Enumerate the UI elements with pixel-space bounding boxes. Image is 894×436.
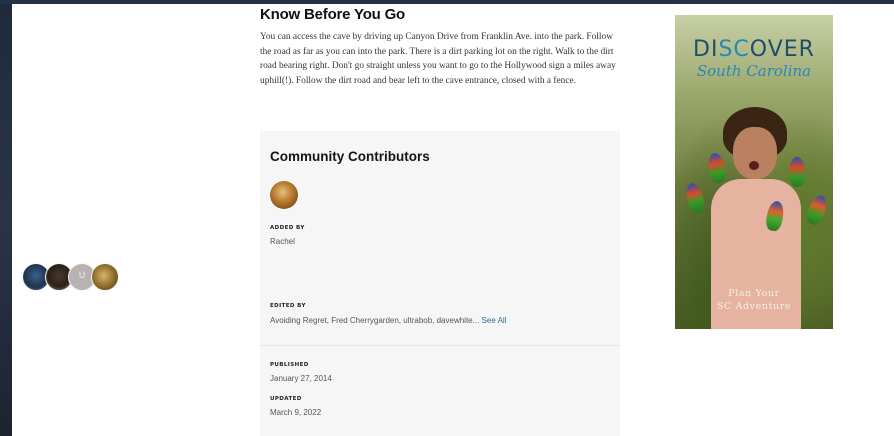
divider: [260, 345, 620, 346]
card-title: Community Contributors: [270, 149, 430, 164]
community-contributors-card: Community Contributors ADDED BY Rachel: [260, 131, 620, 436]
see-all-link[interactable]: See All: [482, 316, 507, 325]
ad-subtitle: South Carolina: [696, 62, 812, 80]
published-date: January 27, 2014: [270, 374, 332, 383]
directions-text: You can access the cave by driving up Ca…: [260, 32, 616, 86]
parrot-icon: [683, 181, 707, 215]
edited-by-label: EDITED BY: [270, 303, 306, 309]
added-by-name[interactable]: Rachel: [270, 237, 295, 246]
parrot-icon: [706, 151, 728, 185]
ad-brand: DISCOVER: [693, 37, 815, 62]
added-by-avatar[interactable]: [270, 181, 298, 209]
discover-south-carolina-ad[interactable]: DISCOVER South Carolina Plan Your SC Adv…: [675, 15, 833, 329]
parrot-icon: [804, 193, 830, 227]
updated-label: UPDATED: [270, 396, 302, 402]
ad-cta[interactable]: Plan Your SC Adventure: [675, 287, 833, 313]
section-title: Know Before You Go: [260, 6, 406, 23]
parrot-icon: [789, 157, 805, 187]
ad-photo-face: [733, 127, 777, 179]
edited-by-names: Avoiding Regret, Fred Cherrygarden, ultr…: [270, 316, 506, 325]
background-left-strip: [0, 0, 12, 436]
page: Know Before You Go You can access the ca…: [12, 4, 894, 436]
ad-photo-mouth: [749, 161, 759, 170]
added-by-label: ADDED BY: [270, 225, 305, 231]
editor-avatar[interactable]: [91, 263, 119, 291]
edited-by-list[interactable]: Avoiding Regret, Fred Cherrygarden, ultr…: [270, 316, 479, 325]
updated-date: March 9, 2022: [270, 408, 322, 417]
published-label: PUBLISHED: [270, 362, 309, 368]
editor-avatars: U: [22, 263, 122, 291]
